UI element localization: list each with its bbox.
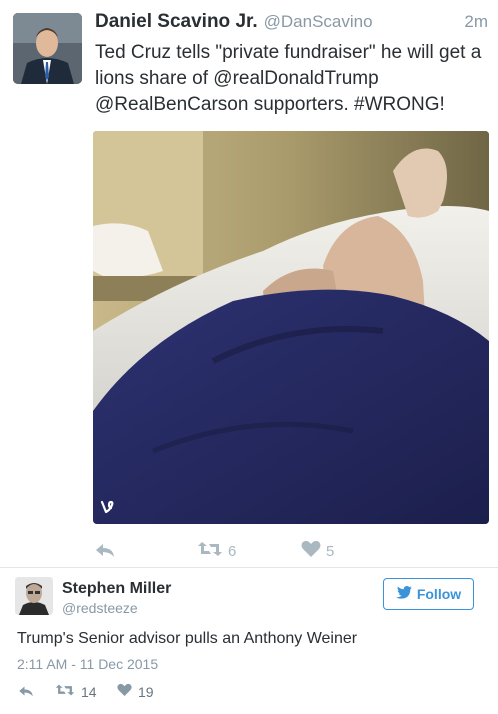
quote-like-button[interactable]: 19 (117, 683, 154, 700)
quote-text: Trump's Senior advisor pulls an Anthony … (17, 630, 358, 647)
retweet-count: 6 (228, 542, 237, 560)
vine-video[interactable] (93, 131, 489, 524)
author-name[interactable]: Daniel Scavino Jr. (95, 11, 258, 32)
heart-icon (301, 540, 321, 562)
quote-like-count: 19 (138, 683, 154, 700)
author-handle[interactable]: @DanScavino (264, 12, 373, 31)
quote-actions: 14 19 (17, 683, 217, 703)
divider (0, 567, 498, 568)
author-avatar[interactable] (13, 13, 82, 84)
like-button[interactable]: 5 (301, 540, 334, 562)
quote-author-handle[interactable]: @redsteeze (62, 600, 138, 616)
twitter-bird-icon (395, 586, 412, 602)
tweet-time[interactable]: 2m (464, 12, 488, 32)
reply-icon (17, 683, 35, 702)
retweet-button[interactable]: 6 (197, 540, 236, 562)
quote-reply-button[interactable] (17, 683, 35, 702)
like-count: 5 (326, 542, 335, 560)
vine-icon (99, 498, 117, 516)
heart-icon (117, 683, 132, 700)
tweet-card: Daniel Scavino Jr. @DanScavino 2m Ted Cru… (0, 0, 498, 567)
follow-label: Follow (416, 586, 462, 602)
quote-retweet-button[interactable]: 14 (55, 683, 97, 700)
quote-author-avatar[interactable] (15, 577, 53, 615)
retweet-icon (197, 540, 223, 562)
quote-timestamp[interactable]: 2:11 AM - 11 Dec 2015 (17, 656, 158, 672)
reply-icon (93, 540, 117, 564)
author-line: Daniel Scavino Jr. @DanScavino 2m (95, 11, 488, 35)
tweet-text: Ted Cruz tells "private fundraiser" he w… (95, 42, 482, 115)
quote-author-name[interactable]: Stephen Miller (62, 580, 171, 598)
tweet-actions: 6 5 (93, 540, 393, 562)
reply-button[interactable] (93, 540, 117, 564)
retweet-icon (55, 683, 75, 700)
follow-button[interactable]: Follow (383, 578, 474, 610)
quote-retweet-count: 14 (81, 683, 97, 700)
